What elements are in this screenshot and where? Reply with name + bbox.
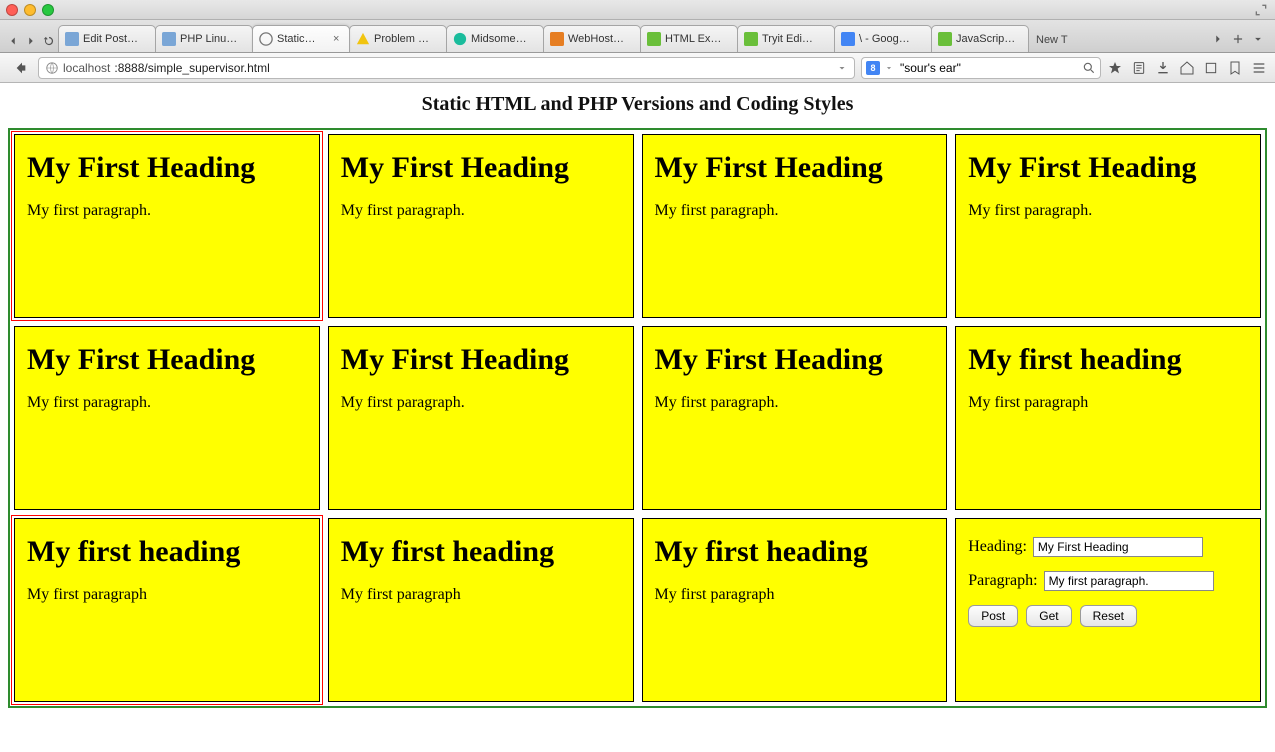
tab-label: Tryit Edi…	[762, 33, 828, 45]
downloads-icon[interactable]	[1155, 60, 1171, 76]
back-button[interactable]	[8, 57, 32, 79]
window-minimize-button[interactable]	[24, 4, 36, 16]
globe-icon	[45, 61, 59, 75]
html-version-cell: My First Heading My first paragraph.	[14, 326, 320, 510]
cell-paragraph: My first paragraph	[968, 394, 1248, 412]
tab-label: PHP Linu…	[180, 33, 246, 45]
tab-php-linux[interactable]: PHP Linu…	[155, 25, 253, 52]
bookmark-star-icon[interactable]	[1107, 60, 1123, 76]
tab-tryit[interactable]: Tryit Edi…	[737, 25, 835, 52]
tab-label: Problem …	[374, 33, 440, 45]
html-version-cell: My First Heading My first paragraph.	[642, 326, 948, 510]
cell-paragraph: My first paragraph	[341, 586, 621, 604]
tab-google[interactable]: \ - Goog…	[834, 25, 932, 52]
window-close-button[interactable]	[6, 4, 18, 16]
cell-heading: My First Heading	[341, 343, 621, 376]
list-all-tabs-icon[interactable]	[1251, 32, 1265, 46]
cell-heading: My first heading	[341, 535, 621, 568]
tabstrip-scroll-right-icon[interactable]	[1211, 32, 1225, 46]
url-host: localhost	[63, 61, 110, 75]
html-version-cell: My First Heading My first paragraph.	[328, 134, 634, 318]
tab-strip: Edit Post… PHP Linu… Static… × Problem ……	[0, 20, 1275, 53]
cell-heading: My first heading	[655, 535, 935, 568]
url-bar[interactable]: localhost :8888/simple_supervisor.html	[38, 57, 855, 79]
tabstrip-left-icon[interactable]	[6, 34, 20, 48]
tab-label: WebHost…	[568, 33, 634, 45]
page-content: Static HTML and PHP Versions and Coding …	[0, 83, 1275, 716]
tab-label: Midsome…	[471, 33, 537, 45]
chevron-down-icon[interactable]	[884, 63, 894, 73]
tab-html-ex[interactable]: HTML Ex…	[640, 25, 738, 52]
tab-static-active[interactable]: Static… ×	[252, 25, 350, 52]
paragraph-label: Paragraph:	[968, 572, 1037, 590]
get-button[interactable]: Get	[1026, 605, 1071, 627]
fullscreen-icon[interactable]	[1253, 2, 1269, 18]
bookmarks-icon[interactable]	[1227, 60, 1243, 76]
cell-heading: My First Heading	[27, 151, 307, 184]
cell-paragraph: My first paragraph.	[655, 202, 935, 220]
new-tab-label[interactable]: New T	[1028, 34, 1072, 52]
search-icon[interactable]	[1082, 61, 1096, 75]
tab-label: Static…	[277, 33, 329, 45]
page-title: Static HTML and PHP Versions and Coding …	[8, 93, 1267, 116]
cell-heading: My First Heading	[655, 343, 935, 376]
reset-button[interactable]: Reset	[1080, 605, 1137, 627]
cell-paragraph: My first paragraph.	[341, 394, 621, 412]
tab-problem[interactable]: Problem …	[349, 25, 447, 52]
html-version-cell: My first heading My first paragraph	[642, 518, 948, 702]
tabstrip-right-icon[interactable]	[24, 34, 38, 48]
paragraph-input[interactable]	[1044, 571, 1214, 591]
post-button[interactable]: Post	[968, 605, 1018, 627]
tab-label: JavaScrip…	[956, 33, 1022, 45]
mac-titlebar	[0, 0, 1275, 20]
html-version-cell: My First Heading My first paragraph.	[14, 134, 320, 318]
outer-green-table: My First Heading My first paragraph. My …	[8, 128, 1267, 708]
cell-heading: My first heading	[968, 343, 1248, 376]
cell-paragraph: My first paragraph	[655, 586, 935, 604]
dropdown-icon[interactable]	[836, 62, 848, 74]
cell-paragraph: My first paragraph.	[27, 394, 307, 412]
tab-label: \ - Goog…	[859, 33, 925, 45]
form-cell: Heading: Paragraph: Post Get Reset	[955, 518, 1261, 702]
tab-label: Edit Post…	[83, 33, 149, 45]
search-input[interactable]	[898, 60, 1078, 76]
browser-toolbar: localhost :8888/simple_supervisor.html 8	[0, 53, 1275, 83]
cell-paragraph: My first paragraph.	[655, 394, 935, 412]
html-version-cell: My First Heading My first paragraph.	[328, 326, 634, 510]
cell-paragraph: My first paragraph	[27, 586, 307, 604]
tabstrip-refresh-icon[interactable]	[42, 34, 56, 48]
tab-midsome[interactable]: Midsome…	[446, 25, 544, 52]
html-version-cell: My first heading My first paragraph	[955, 326, 1261, 510]
html-version-cell: My first heading My first paragraph	[14, 518, 320, 702]
html-version-cell: My First Heading My first paragraph.	[955, 134, 1261, 318]
menu-icon[interactable]	[1251, 60, 1267, 76]
google-icon: 8	[866, 61, 880, 75]
cell-paragraph: My first paragraph.	[968, 202, 1248, 220]
cell-heading: My First Heading	[968, 151, 1248, 184]
reader-icon[interactable]	[1131, 60, 1147, 76]
home-icon[interactable]	[1179, 60, 1195, 76]
close-icon[interactable]: ×	[333, 33, 343, 45]
html-version-cell: My first heading My first paragraph	[328, 518, 634, 702]
cell-heading: My First Heading	[341, 151, 621, 184]
tab-edit-post[interactable]: Edit Post…	[58, 25, 156, 52]
cell-heading: My First Heading	[27, 343, 307, 376]
cell-heading: My First Heading	[655, 151, 935, 184]
tab-label: HTML Ex…	[665, 33, 731, 45]
url-path: :8888/simple_supervisor.html	[114, 61, 269, 75]
html-version-cell: My First Heading My first paragraph.	[642, 134, 948, 318]
cell-heading: My first heading	[27, 535, 307, 568]
search-box[interactable]: 8	[861, 57, 1101, 79]
new-tab-plus-icon[interactable]	[1231, 32, 1245, 46]
tab-webhost[interactable]: WebHost…	[543, 25, 641, 52]
window-zoom-button[interactable]	[42, 4, 54, 16]
heading-label: Heading:	[968, 538, 1027, 556]
cell-paragraph: My first paragraph.	[27, 202, 307, 220]
tab-javascript[interactable]: JavaScrip…	[931, 25, 1029, 52]
heading-input[interactable]	[1033, 537, 1203, 557]
cell-paragraph: My first paragraph.	[341, 202, 621, 220]
addon-icon[interactable]	[1203, 60, 1219, 76]
